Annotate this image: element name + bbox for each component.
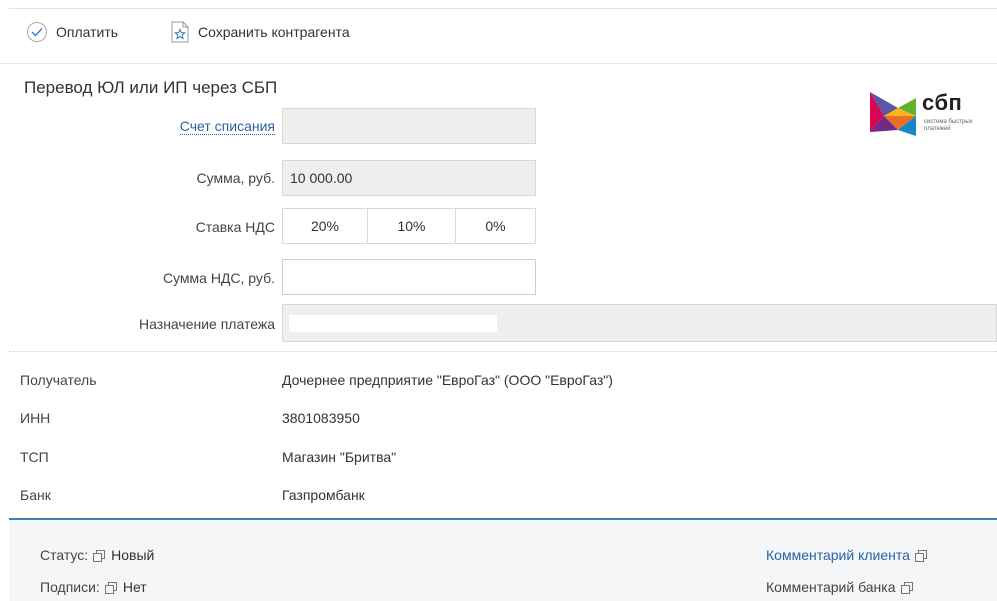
- vat-rate-selector: 20% 10% 0%: [282, 208, 536, 244]
- vat-option-0[interactable]: 0%: [456, 209, 535, 243]
- vat-sum-field[interactable]: [282, 259, 536, 295]
- page-title: Перевод ЮЛ или ИП через СБП: [24, 78, 278, 97]
- bank-comment-row: Комментарий банка: [766, 579, 919, 595]
- divider: [9, 351, 997, 352]
- logo-tagline-2: платежей: [924, 126, 951, 132]
- bank-comment-label: Комментарий банка: [766, 579, 896, 595]
- toolbar: [0, 0, 997, 64]
- client-comment-row[interactable]: Комментарий клиента: [766, 547, 933, 563]
- vat-option-10[interactable]: 10%: [368, 209, 456, 243]
- copy-icon[interactable]: [104, 581, 117, 594]
- check-circle-icon: [27, 22, 47, 42]
- signatures-row: Подписи: Нет: [40, 579, 147, 595]
- bank-label: Банк: [20, 487, 51, 503]
- purpose-label: Назначение платежа: [139, 316, 275, 332]
- logo-name: сбп: [922, 90, 963, 115]
- copy-icon[interactable]: [900, 581, 913, 594]
- sbp-logo: сбп система быстрых платежей: [868, 86, 986, 140]
- status-value: Новый: [111, 547, 155, 563]
- copy-icon[interactable]: [93, 549, 106, 562]
- account-label[interactable]: Счет списания: [25, 118, 275, 135]
- purpose-field[interactable]: [282, 304, 997, 342]
- inn-value: 3801083950: [282, 410, 360, 426]
- account-field[interactable]: [282, 108, 536, 144]
- tsp-label: ТСП: [20, 449, 49, 465]
- save-counterparty-button[interactable]: Сохранить контрагента: [170, 18, 350, 46]
- amount-field[interactable]: 10 000.00: [282, 160, 536, 196]
- pay-button-label: Оплатить: [56, 24, 119, 40]
- recipient-value: Дочернее предприятие "ЕвроГаз" (ООО "Евр…: [282, 372, 613, 388]
- signatures-value: Нет: [122, 579, 147, 595]
- bank-value: Газпромбанк: [282, 487, 365, 503]
- tsp-value: Магазин "Бритва": [282, 449, 397, 465]
- vat-option-20[interactable]: 20%: [283, 209, 368, 243]
- pay-button[interactable]: Оплатить: [27, 18, 118, 46]
- logo-tagline-1: система быстрых: [924, 119, 973, 125]
- vat-rate-label: Ставка НДС: [195, 219, 275, 235]
- copy-icon[interactable]: [914, 549, 927, 562]
- purpose-field-value: [289, 314, 497, 332]
- signatures-label: Подписи:: [40, 579, 100, 595]
- amount-label: Сумма, руб.: [196, 170, 275, 186]
- status-row: Статус: Новый: [40, 547, 154, 563]
- panel-top-border: [9, 8, 997, 9]
- inn-label: ИНН: [20, 410, 51, 426]
- account-label-link[interactable]: Счет списания: [179, 118, 275, 135]
- status-label: Статус:: [40, 547, 89, 563]
- save-counterparty-label: Сохранить контрагента: [198, 24, 350, 40]
- client-comment-link[interactable]: Комментарий клиента: [766, 547, 910, 563]
- vat-sum-label: Сумма НДС, руб.: [162, 270, 275, 286]
- recipient-label: Получатель: [20, 372, 97, 388]
- star-document-icon: [170, 21, 190, 43]
